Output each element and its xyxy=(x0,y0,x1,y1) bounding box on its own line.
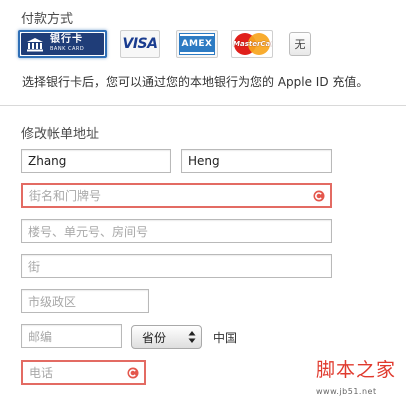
bank-card-option[interactable]: 银行卡 BANK CARD xyxy=(18,30,107,58)
error-circle-icon xyxy=(313,190,325,202)
up-down-arrows-icon xyxy=(188,330,196,344)
last-name-value: Heng xyxy=(188,154,220,168)
watermark-main: 脚本之家 xyxy=(316,359,397,381)
city-placeholder: 市级政区 xyxy=(28,294,77,309)
first-name-value: Zhang xyxy=(28,154,67,168)
mastercard-label: MasterCard xyxy=(233,40,272,48)
visa-option[interactable]: VISA xyxy=(120,30,160,58)
no-payment-option[interactable]: 无 xyxy=(289,32,311,56)
billing-address-title: 修改帐单地址 xyxy=(21,127,100,142)
phone-placeholder: 电话 xyxy=(29,366,54,380)
amex-logo: AMEX xyxy=(180,34,214,54)
street-placeholder: 街名和门牌号 xyxy=(29,189,102,203)
bank-card-label: 银行卡 xyxy=(50,34,83,45)
street2-placeholder: 街 xyxy=(28,259,41,274)
postal-code-field[interactable]: 邮编 xyxy=(21,324,122,348)
mastercard-option[interactable]: MasterCard xyxy=(231,30,273,58)
city-field[interactable]: 市级政区 xyxy=(21,289,149,313)
province-select[interactable]: 省份 xyxy=(131,325,202,349)
unit-placeholder: 楼号、单元号、房间号 xyxy=(28,224,149,239)
last-name-field[interactable]: Heng xyxy=(181,149,332,173)
error-circle-icon xyxy=(127,367,139,379)
visa-logo: VISA xyxy=(122,36,158,52)
bank-card-sublabel: BANK CARD xyxy=(50,46,85,52)
street-field[interactable]: 街名和门牌号 xyxy=(21,183,332,208)
amex-option[interactable]: AMEX xyxy=(176,30,218,58)
postal-placeholder: 邮编 xyxy=(28,329,53,344)
bank-building-icon xyxy=(25,36,45,52)
province-selected-value: 省份 xyxy=(142,330,167,345)
mastercard-logo: MasterCard xyxy=(233,32,272,56)
payment-method-title: 付款方式 xyxy=(21,12,74,27)
section-divider xyxy=(0,105,406,106)
street2-field[interactable]: 街 xyxy=(21,254,332,278)
unit-field[interactable]: 楼号、单元号、房间号 xyxy=(21,219,332,243)
phone-field[interactable]: 电话 xyxy=(21,360,146,385)
bank-card-badge: 银行卡 BANK CARD xyxy=(21,33,104,55)
watermark-url: www.jb51.net xyxy=(316,387,377,396)
country-label: 中国 xyxy=(213,331,238,345)
first-name-field[interactable]: Zhang xyxy=(21,149,171,173)
payment-info-text: 选择银行卡后，您可以通过您的本地银行为您的 Apple ID 充值。 xyxy=(22,75,369,89)
watermark: 脚本之家 www.jb51.net xyxy=(316,359,406,403)
